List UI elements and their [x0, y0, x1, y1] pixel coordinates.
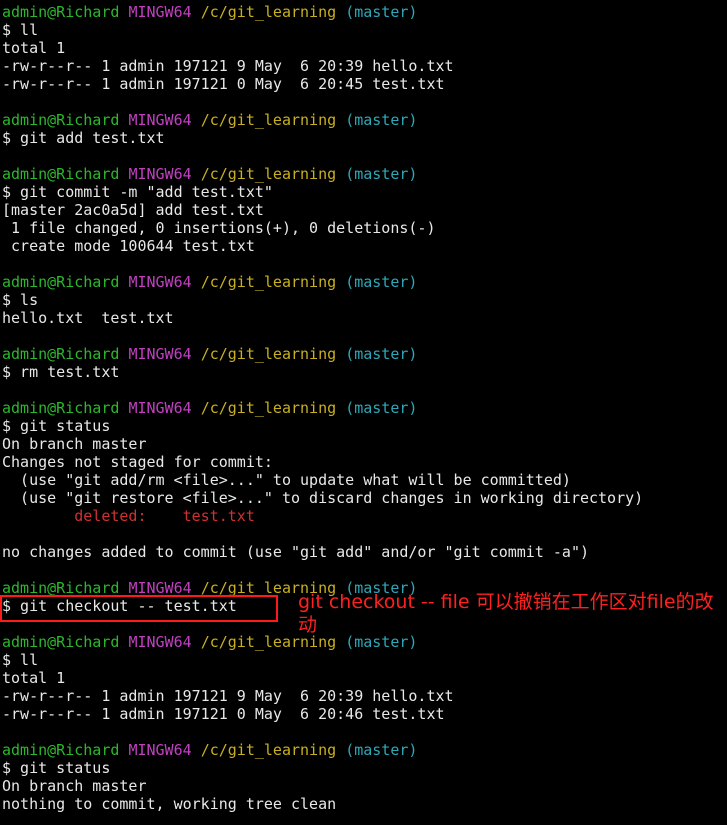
prompt-user: admin@Richard [2, 165, 120, 183]
output-line: total 1 [2, 39, 66, 57]
command-line: $ rm test.txt [2, 363, 120, 381]
terminal-window[interactable]: admin@Richard MINGW64 /c/git_learning (m… [2, 3, 727, 813]
annotation-text: git checkout -- file 可以撤销在工作区对file的改动 [298, 591, 714, 636]
output-line: [master 2ac0a5d] add test.txt [2, 201, 264, 219]
prompt-path: /c/git_learning [200, 165, 337, 183]
command-line: $ git add test.txt [2, 129, 165, 147]
highlight-box [0, 595, 278, 622]
output-line: -rw-r--r-- 1 admin 197121 9 May 6 20:39 … [2, 687, 454, 705]
prompt-line: admin@Richard MINGW64 /c/git_learning (m… [2, 399, 727, 417]
output-line: hello.txt test.txt [2, 309, 174, 327]
output-line: On branch master [2, 435, 147, 453]
prompt-shell: MINGW64 [128, 273, 192, 291]
command-line: $ ls [2, 291, 39, 309]
prompt-shell: MINGW64 [128, 399, 192, 417]
deleted-file-line: deleted: test.txt [2, 507, 255, 525]
prompt-shell: MINGW64 [128, 3, 192, 21]
command-line: $ ll [2, 21, 39, 39]
output-line: On branch master [2, 777, 147, 795]
prompt-branch: (master) [345, 399, 418, 417]
output-line: -rw-r--r-- 1 admin 197121 0 May 6 20:45 … [2, 75, 445, 93]
prompt-path: /c/git_learning [200, 111, 337, 129]
prompt-branch: (master) [345, 165, 418, 183]
prompt-path: /c/git_learning [200, 273, 337, 291]
prompt-path: /c/git_learning [200, 345, 337, 363]
command-line: $ git status [2, 417, 111, 435]
prompt-line: admin@Richard MINGW64 /c/git_learning (m… [2, 165, 727, 183]
prompt-line: admin@Richard MINGW64 /c/git_learning (m… [2, 273, 727, 291]
prompt-shell: MINGW64 [128, 111, 192, 129]
output-line: (use "git restore <file>..." to discard … [2, 489, 644, 507]
command-line: $ git commit -m "add test.txt" [2, 183, 273, 201]
prompt-line: admin@Richard MINGW64 /c/git_learning (m… [2, 111, 727, 129]
prompt-user: admin@Richard [2, 741, 120, 759]
output-line: -rw-r--r-- 1 admin 197121 9 May 6 20:39 … [2, 57, 454, 75]
command-line: $ git status [2, 759, 111, 777]
prompt-branch: (master) [345, 741, 418, 759]
output-line: nothing to commit, working tree clean [2, 795, 337, 813]
prompt-user: admin@Richard [2, 345, 120, 363]
prompt-line: admin@Richard MINGW64 /c/git_learning (m… [2, 741, 727, 759]
prompt-line: admin@Richard MINGW64 /c/git_learning (m… [2, 3, 727, 21]
prompt-shell: MINGW64 [128, 741, 192, 759]
prompt-branch: (master) [345, 111, 418, 129]
prompt-branch: (master) [345, 345, 418, 363]
output-line: Changes not staged for commit: [2, 453, 273, 471]
prompt-line: admin@Richard MINGW64 /c/git_learning (m… [2, 345, 727, 363]
output-line: total 1 [2, 669, 66, 687]
prompt-user: admin@Richard [2, 111, 120, 129]
prompt-user: admin@Richard [2, 273, 120, 291]
prompt-branch: (master) [345, 3, 418, 21]
prompt-user: admin@Richard [2, 399, 120, 417]
prompt-shell: MINGW64 [128, 633, 192, 651]
output-line: 1 file changed, 0 insertions(+), 0 delet… [2, 219, 436, 237]
prompt-user: admin@Richard [2, 633, 120, 651]
output-line: (use "git add/rm <file>..." to update wh… [2, 471, 571, 489]
output-line: create mode 100644 test.txt [2, 237, 255, 255]
command-line: $ ll [2, 651, 39, 669]
prompt-shell: MINGW64 [128, 165, 192, 183]
output-line: -rw-r--r-- 1 admin 197121 0 May 6 20:46 … [2, 705, 445, 723]
prompt-path: /c/git_learning [200, 741, 337, 759]
prompt-shell: MINGW64 [128, 345, 192, 363]
prompt-branch: (master) [345, 273, 418, 291]
prompt-user: admin@Richard [2, 3, 120, 21]
prompt-path: /c/git_learning [200, 399, 337, 417]
prompt-path: /c/git_learning [200, 3, 337, 21]
output-line: no changes added to commit (use "git add… [2, 543, 589, 561]
